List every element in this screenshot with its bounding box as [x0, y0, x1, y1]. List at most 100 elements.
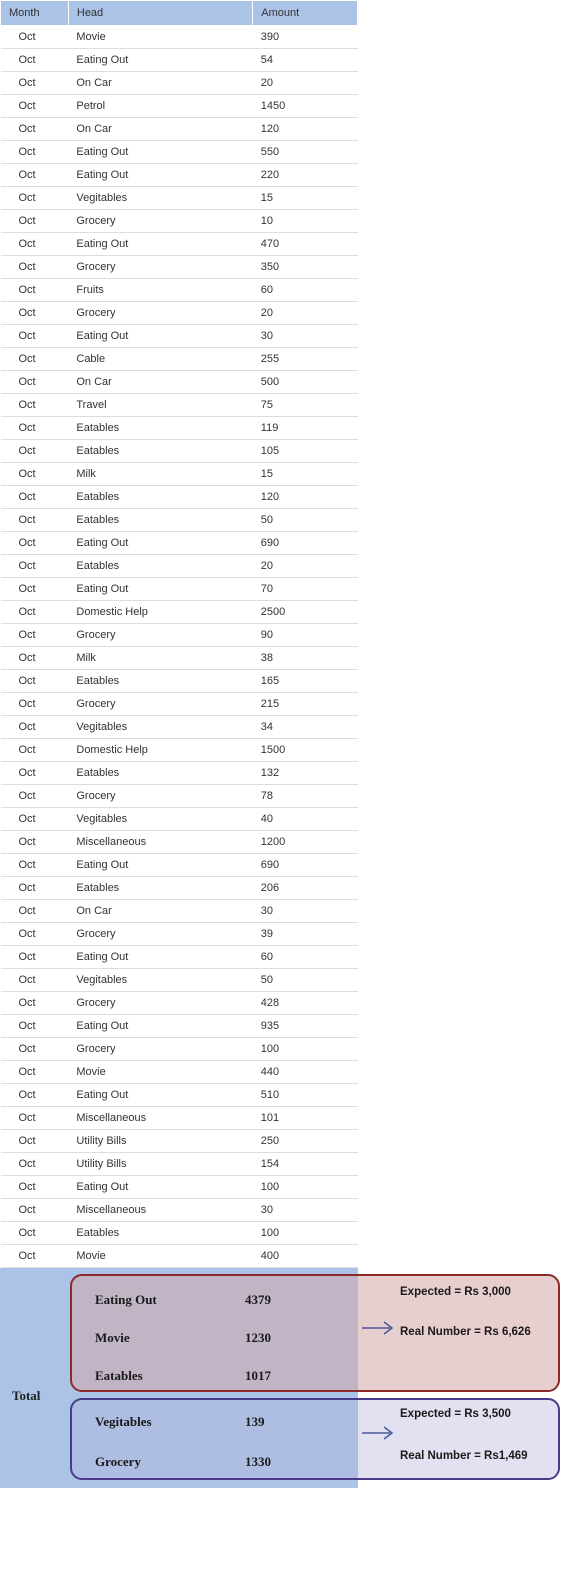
cell-amount: 100: [253, 1222, 358, 1245]
cell-amount: 38: [253, 647, 358, 670]
cell-head: Eating Out: [68, 164, 252, 187]
summary-row: Movie 1230: [95, 1324, 355, 1352]
table-row: OctEating Out220: [1, 164, 358, 187]
table-row: OctPetrol1450: [1, 95, 358, 118]
summary-section: Total Eating Out 4379 Movie 1230 Eatable…: [0, 1268, 569, 1488]
cell-month: Oct: [1, 325, 69, 348]
cell-head: Grocery: [68, 210, 252, 233]
summary-row: Vegitables 139: [95, 1408, 355, 1436]
cell-amount: 20: [253, 72, 358, 95]
cell-month: Oct: [1, 279, 69, 302]
summary-row: Eating Out 4379: [95, 1286, 355, 1314]
cell-month: Oct: [1, 256, 69, 279]
cell-head: Grocery: [68, 1038, 252, 1061]
cell-head: Eating Out: [68, 1176, 252, 1199]
summary-value: 1230: [245, 1330, 271, 1346]
table-row: OctMovie400: [1, 1245, 358, 1268]
cell-head: On Car: [68, 72, 252, 95]
arrow-icon: [360, 1423, 400, 1443]
cell-amount: 90: [253, 624, 358, 647]
cell-month: Oct: [1, 946, 69, 969]
cell-head: Miscellaneous: [68, 1199, 252, 1222]
table-row: OctMiscellaneous101: [1, 1107, 358, 1130]
cell-head: Utility Bills: [68, 1130, 252, 1153]
table-header: Month Head Amount: [1, 1, 358, 26]
summary-value: 1017: [245, 1368, 271, 1384]
cell-head: Eating Out: [68, 854, 252, 877]
col-head: Head: [68, 1, 252, 26]
cell-amount: 206: [253, 877, 358, 900]
table-row: OctOn Car120: [1, 118, 358, 141]
cell-head: Grocery: [68, 992, 252, 1015]
cell-amount: 78: [253, 785, 358, 808]
cell-month: Oct: [1, 808, 69, 831]
table-row: OctEating Out510: [1, 1084, 358, 1107]
cell-month: Oct: [1, 716, 69, 739]
cell-month: Oct: [1, 509, 69, 532]
table-row: OctEatables165: [1, 670, 358, 693]
table-row: OctTravel75: [1, 394, 358, 417]
cell-amount: 75: [253, 394, 358, 417]
cell-amount: 510: [253, 1084, 358, 1107]
cell-head: Domestic Help: [68, 739, 252, 762]
total-label: Total: [12, 1388, 40, 1404]
col-month: Month: [1, 1, 69, 26]
table-row: OctFruits60: [1, 279, 358, 302]
table-row: OctGrocery428: [1, 992, 358, 1015]
cell-head: Vegitables: [68, 808, 252, 831]
table-row: OctGrocery215: [1, 693, 358, 716]
cell-month: Oct: [1, 72, 69, 95]
table-row: OctGrocery20: [1, 302, 358, 325]
cell-head: Miscellaneous: [68, 831, 252, 854]
cell-head: Eatables: [68, 1222, 252, 1245]
table-row: OctUtility Bills154: [1, 1153, 358, 1176]
table-row: OctVegitables40: [1, 808, 358, 831]
summary-value: 139: [245, 1414, 265, 1430]
cell-month: Oct: [1, 1176, 69, 1199]
table-row: OctEatables120: [1, 486, 358, 509]
cell-head: Vegitables: [68, 716, 252, 739]
cell-head: Eatables: [68, 440, 252, 463]
cell-head: Miscellaneous: [68, 1107, 252, 1130]
cell-amount: 120: [253, 118, 358, 141]
table-row: OctEating Out54: [1, 49, 358, 72]
cell-amount: 690: [253, 532, 358, 555]
arrow-icon: [360, 1318, 400, 1338]
cell-amount: 250: [253, 1130, 358, 1153]
cell-month: Oct: [1, 141, 69, 164]
cell-amount: 400: [253, 1245, 358, 1268]
cell-head: Grocery: [68, 693, 252, 716]
cell-month: Oct: [1, 1130, 69, 1153]
cell-amount: 1500: [253, 739, 358, 762]
cell-head: Milk: [68, 463, 252, 486]
cell-amount: 39: [253, 923, 358, 946]
cell-month: Oct: [1, 739, 69, 762]
cell-month: Oct: [1, 992, 69, 1015]
cell-month: Oct: [1, 210, 69, 233]
cell-month: Oct: [1, 164, 69, 187]
summary-category: Movie: [95, 1330, 245, 1346]
cell-head: Utility Bills: [68, 1153, 252, 1176]
cell-head: Eating Out: [68, 532, 252, 555]
cell-head: Eatables: [68, 670, 252, 693]
cell-amount: 20: [253, 302, 358, 325]
cell-head: Movie: [68, 1061, 252, 1084]
cell-month: Oct: [1, 1015, 69, 1038]
cell-month: Oct: [1, 1038, 69, 1061]
cell-month: Oct: [1, 762, 69, 785]
cell-head: Travel: [68, 394, 252, 417]
cell-month: Oct: [1, 440, 69, 463]
summary-category: Eatables: [95, 1368, 245, 1384]
cell-amount: 34: [253, 716, 358, 739]
cell-amount: 30: [253, 900, 358, 923]
cell-head: Domestic Help: [68, 601, 252, 624]
cell-amount: 50: [253, 509, 358, 532]
table-row: OctEating Out690: [1, 854, 358, 877]
cell-head: Eating Out: [68, 49, 252, 72]
summary-category: Grocery: [95, 1454, 245, 1470]
cell-month: Oct: [1, 601, 69, 624]
cell-month: Oct: [1, 693, 69, 716]
cell-month: Oct: [1, 532, 69, 555]
table-row: OctOn Car500: [1, 371, 358, 394]
cell-head: On Car: [68, 371, 252, 394]
